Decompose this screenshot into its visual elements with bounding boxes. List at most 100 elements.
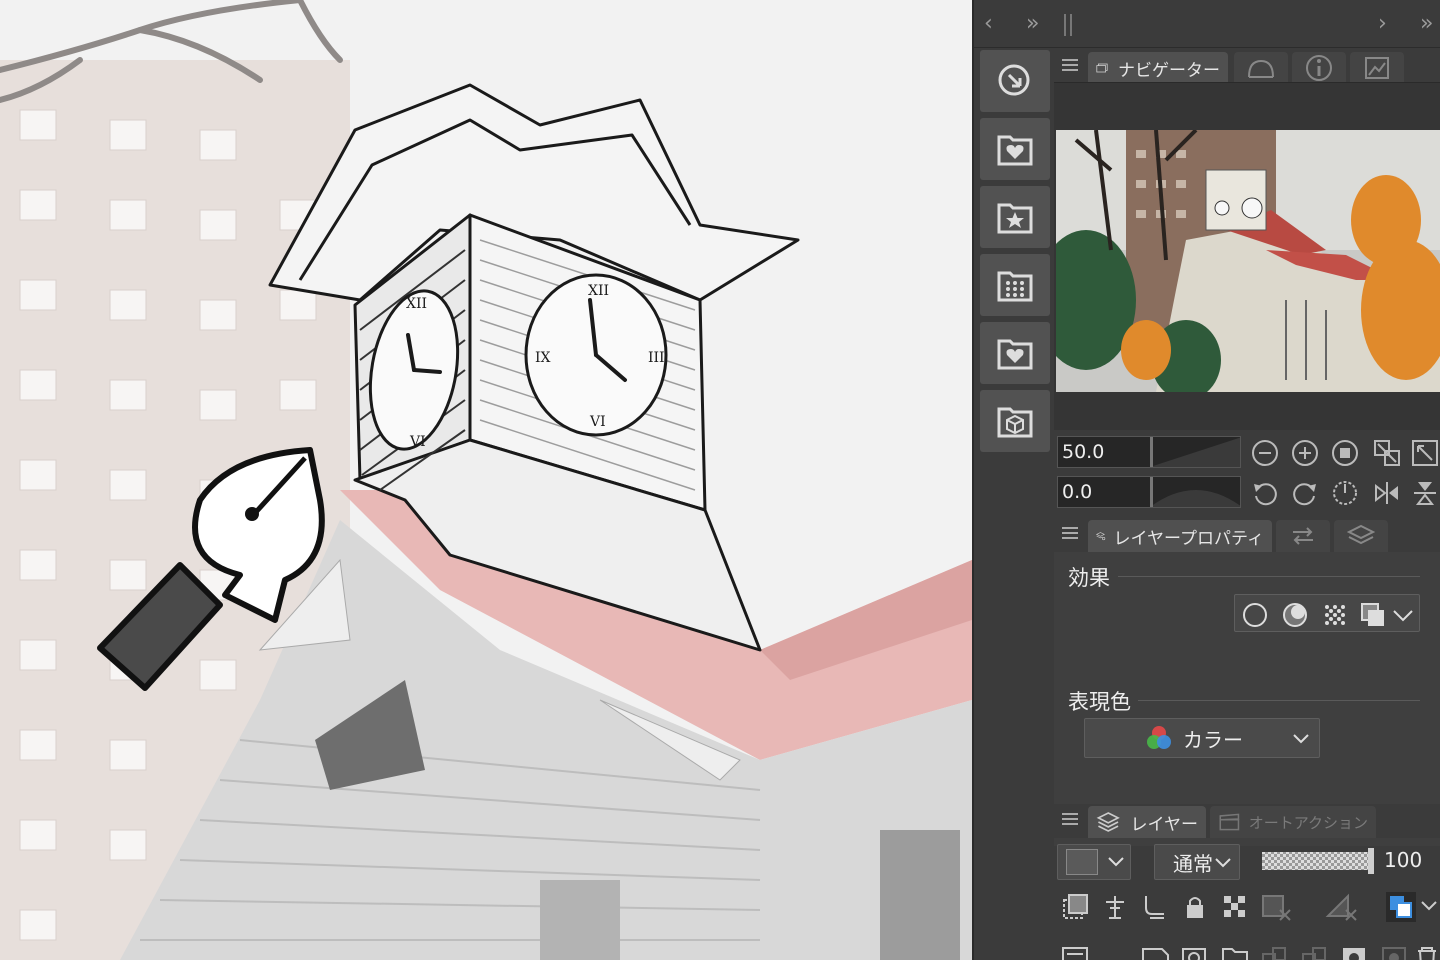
rotate-right-icon — [1293, 483, 1316, 506]
border-effect-icon[interactable] — [1241, 601, 1269, 629]
actual-size-button[interactable] — [1330, 438, 1360, 468]
fit-navigator-button[interactable] — [1410, 438, 1440, 468]
opacity-slider[interactable] — [1262, 848, 1374, 874]
expression-color-value: カラー — [1183, 727, 1243, 752]
star-folder-icon — [997, 203, 1033, 234]
create-mask-icon[interactable] — [1340, 946, 1370, 960]
info-icon — [1306, 55, 1332, 81]
effect-divider — [1118, 576, 1420, 577]
opacity-value[interactable]: 100 — [1384, 848, 1422, 872]
new-folder-icon[interactable] — [1220, 946, 1250, 960]
rotate-value: 0.0 — [1062, 481, 1093, 503]
layer-color-select[interactable] — [1057, 844, 1131, 880]
favorite-folder-2-button[interactable] — [980, 322, 1050, 384]
svg-text:VI: VI — [589, 414, 606, 430]
search-material-button[interactable] — [980, 50, 1050, 112]
zoom-out-button[interactable] — [1250, 438, 1280, 468]
panel-top-bar: ‹ » › » — [974, 0, 1440, 48]
3d-folder-button[interactable] — [980, 390, 1050, 452]
zoom-slider[interactable] — [1150, 437, 1241, 467]
trash-icon[interactable] — [1414, 946, 1440, 960]
rotate-right-button[interactable] — [1290, 478, 1320, 508]
layer-color-icon[interactable] — [1359, 601, 1387, 629]
apply-mask-icon[interactable] — [1380, 946, 1410, 960]
watercolor-edge-icon[interactable] — [1281, 601, 1309, 629]
fit-screen-button[interactable] — [1372, 438, 1402, 468]
zoom-input[interactable]: 50.0 — [1057, 436, 1241, 468]
flip-horizontal-button[interactable] — [1372, 478, 1402, 508]
zoom-in-button[interactable] — [1290, 438, 1320, 468]
color-circles-icon — [1147, 726, 1171, 749]
tab-layer[interactable]: レイヤー — [1088, 806, 1206, 838]
tab-navigator[interactable]: ナビゲーター — [1088, 52, 1228, 84]
plus-circle-icon — [1292, 440, 1318, 466]
lock-icon[interactable] — [1180, 892, 1210, 922]
chevron-down-icon[interactable] — [1391, 605, 1415, 625]
navigator-tab-row: ナビゲーター — [1054, 50, 1440, 84]
tone-effect-icon[interactable] — [1321, 601, 1349, 629]
tone-folder-button[interactable] — [980, 254, 1050, 316]
svg-text:VI: VI — [409, 434, 426, 450]
layer-property-menu-icon[interactable] — [1062, 524, 1078, 542]
expand-double-arrow[interactable]: » — [1026, 10, 1039, 38]
svg-text:IX: IX — [535, 350, 551, 366]
chevron-down-icon — [1293, 734, 1309, 744]
tab-sub-tool-detail[interactable] — [1234, 52, 1288, 84]
blend-mode-select[interactable]: 通常 — [1154, 844, 1240, 880]
material-icon-column — [978, 48, 1050, 960]
tab-layer-property[interactable]: レイヤープロパティ — [1088, 520, 1272, 552]
cube-folder-icon — [997, 407, 1033, 438]
tab-info[interactable] — [1292, 52, 1346, 84]
rotate-left-button[interactable] — [1250, 478, 1280, 508]
layers-pen-icon — [1347, 524, 1375, 545]
tab-navigator-label: ナビゲーター — [1118, 60, 1220, 81]
chevron-down-icon — [1108, 857, 1124, 867]
navigator-thumbnail[interactable] — [1056, 130, 1440, 392]
new-3d-layer-icon[interactable] — [1180, 946, 1210, 960]
search-icon — [998, 64, 1030, 96]
panel-stack: ナビゲーター 50.0 0.0 レイヤープロパティ 効果 表現色 カラー レイヤ… — [1054, 48, 1440, 960]
canvas-artwork: XII III VI IX XII VI — [0, 0, 972, 960]
tab-layer-label: レイヤー — [1130, 814, 1199, 835]
layer-list-icon[interactable] — [1060, 946, 1090, 960]
svg-text:III: III — [648, 350, 665, 366]
star-folder-button[interactable] — [980, 186, 1050, 248]
panel-grip-handle[interactable] — [1064, 14, 1072, 36]
navigator-menu-icon[interactable] — [1062, 56, 1078, 74]
rotate-input[interactable]: 0.0 — [1057, 476, 1241, 508]
drawing-canvas[interactable]: XII III VI IX XII VI — [0, 0, 972, 960]
heart-folder-icon — [997, 339, 1033, 370]
new-raster-layer-icon[interactable] — [1140, 946, 1170, 960]
expand-icon — [1412, 440, 1438, 466]
expand-right-double-arrow[interactable]: » — [1420, 10, 1433, 38]
tab-auto-action[interactable]: オートアクション — [1210, 806, 1376, 838]
reset-rotation-icon — [1333, 481, 1357, 505]
mask-disabled-icon[interactable] — [1260, 892, 1300, 922]
lock-transparent-icon[interactable] — [1220, 892, 1250, 922]
clip-lower-layer-icon[interactable] — [1060, 892, 1090, 922]
layer-tab-row: レイヤー オートアクション — [1054, 804, 1440, 838]
layer-menu-icon[interactable] — [1062, 810, 1078, 828]
rotate-left-icon — [1254, 483, 1277, 506]
expression-color-select[interactable]: カラー — [1084, 718, 1320, 758]
collapse-left-arrow[interactable]: ‹ — [984, 10, 993, 38]
combine-down-icon[interactable] — [1300, 946, 1330, 960]
reference-layer-icon[interactable] — [1100, 892, 1130, 922]
tab-history[interactable] — [1350, 52, 1404, 84]
ruler-disabled-icon[interactable] — [1324, 892, 1368, 922]
draft-layer-icon[interactable] — [1140, 892, 1170, 922]
layer-color-toggle-icon[interactable] — [1384, 890, 1440, 924]
flip-vertical-icon — [1414, 482, 1436, 505]
tab-layer-style[interactable] — [1334, 520, 1388, 552]
tab-layer-search[interactable] — [1276, 520, 1330, 552]
reset-rotation-button[interactable] — [1330, 478, 1360, 508]
navigator-preview[interactable] — [1054, 82, 1440, 430]
collapse-right-arrow[interactable]: › — [1378, 10, 1387, 38]
layer-property-icon — [1096, 532, 1106, 541]
rotate-slider[interactable] — [1150, 477, 1241, 507]
effect-label: 効果 — [1068, 566, 1110, 590]
transfer-down-icon[interactable] — [1260, 946, 1290, 960]
expression-color-divider — [1138, 700, 1420, 701]
favorite-folder-button[interactable] — [980, 118, 1050, 180]
flip-vertical-button[interactable] — [1410, 478, 1440, 508]
